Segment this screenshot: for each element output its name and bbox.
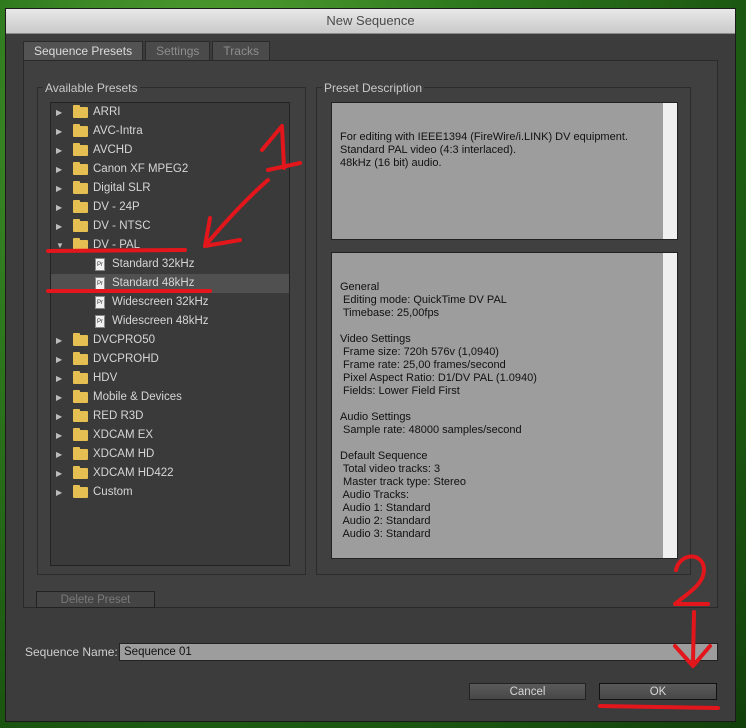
- triangle-right-icon[interactable]: ▶: [56, 331, 62, 350]
- tree-preset-row[interactable]: Pr Standard 48kHz: [51, 274, 289, 293]
- tree-preset-label: Standard 48kHz: [112, 277, 195, 289]
- triangle-right-icon[interactable]: ▶: [56, 179, 62, 198]
- folder-icon: [73, 428, 88, 441]
- tree-folder-label: XDCAM HD: [93, 448, 155, 460]
- triangle-down-icon[interactable]: ▼: [56, 236, 64, 255]
- premiere-file-icon: Pr: [95, 258, 105, 271]
- preset-tree[interactable]: ▶ ARRI ▶ AVC-Intra ▶ AVCHD ▶ Canon XF MPEG2 ▶ Dig…: [50, 102, 290, 566]
- tree-folder-row[interactable]: ▶ Mobile & Devices: [51, 388, 289, 407]
- triangle-right-icon[interactable]: ▶: [56, 407, 62, 426]
- folder-icon: [73, 352, 88, 365]
- tree-folder-label: DVCPRO50: [93, 334, 155, 346]
- tree-folder-row[interactable]: ▶ DVCPROHD: [51, 350, 289, 369]
- tree-folder-label: DV - 24P: [93, 201, 140, 213]
- triangle-right-icon[interactable]: ▶: [56, 464, 62, 483]
- folder-icon: [73, 105, 88, 118]
- tab-settings[interactable]: Settings: [145, 41, 211, 61]
- delete-preset-button[interactable]: Delete Preset: [36, 591, 155, 608]
- tree-folder-label: XDCAM EX: [93, 429, 154, 441]
- folder-icon: [73, 371, 88, 384]
- tree-folder-label: Mobile & Devices: [93, 391, 182, 403]
- tree-folder-row[interactable]: ▶ HDV: [51, 369, 289, 388]
- folder-icon: [73, 181, 88, 194]
- folder-icon: [73, 124, 88, 137]
- tree-folder-label: DVCPROHD: [93, 353, 159, 365]
- tab-sequence-presets[interactable]: Sequence Presets: [23, 41, 144, 61]
- triangle-right-icon[interactable]: ▶: [56, 217, 62, 236]
- available-presets-label: Available Presets: [43, 81, 140, 95]
- tree-folder-row[interactable]: ▶ XDCAM EX: [51, 426, 289, 445]
- tree-folder-label: DV - NTSC: [93, 220, 151, 232]
- triangle-right-icon[interactable]: ▶: [56, 445, 62, 464]
- tab-tracks[interactable]: Tracks: [212, 41, 270, 61]
- triangle-right-icon[interactable]: ▶: [56, 198, 62, 217]
- preset-summary-box: For editing with IEEE1394 (FireWire/i.LI…: [331, 102, 678, 240]
- triangle-right-icon[interactable]: ▶: [56, 350, 62, 369]
- tree-folder-row[interactable]: ▶ DV - 24P: [51, 198, 289, 217]
- tree-folder-row[interactable]: ▶ DVCPRO50: [51, 331, 289, 350]
- preset-description-label: Preset Description: [322, 81, 425, 95]
- tree-preset-label: Widescreen 32kHz: [112, 296, 209, 308]
- tree-folder-label: AVC-Intra: [93, 125, 143, 137]
- tree-folder-label: Custom: [93, 486, 133, 498]
- tree-folder-row[interactable]: ▶ RED R3D: [51, 407, 289, 426]
- triangle-right-icon[interactable]: ▶: [56, 369, 62, 388]
- tree-folder-row[interactable]: ▶ XDCAM HD422: [51, 464, 289, 483]
- folder-icon: [73, 162, 88, 175]
- tree-preset-row[interactable]: Pr Widescreen 32kHz: [51, 293, 289, 312]
- premiere-file-icon: Pr: [95, 296, 105, 309]
- tree-folder-label: DV - PAL: [93, 239, 141, 251]
- tree-folder-label: Digital SLR: [93, 182, 151, 194]
- tree-preset-row[interactable]: Pr Widescreen 48kHz: [51, 312, 289, 331]
- tree-preset-label: Standard 32kHz: [112, 258, 195, 270]
- tree-preset-row[interactable]: Pr Standard 32kHz: [51, 255, 289, 274]
- tree-folder-row[interactable]: ▼ DV - PAL: [51, 236, 289, 255]
- tree-folder-row[interactable]: ▶ DV - NTSC: [51, 217, 289, 236]
- folder-icon: [73, 447, 88, 460]
- tree-folder-row[interactable]: ▶ AVCHD: [51, 141, 289, 160]
- triangle-right-icon[interactable]: ▶: [56, 160, 62, 179]
- triangle-right-icon[interactable]: ▶: [56, 103, 62, 122]
- tree-folder-row[interactable]: ▶ Digital SLR: [51, 179, 289, 198]
- folder-icon: [73, 200, 88, 213]
- tree-folder-row[interactable]: ▶ XDCAM HD: [51, 445, 289, 464]
- folder-icon: [73, 219, 88, 232]
- tree-folder-row[interactable]: ▶ Canon XF MPEG2: [51, 160, 289, 179]
- tree-folder-label: HDV: [93, 372, 118, 384]
- cancel-button[interactable]: Cancel: [469, 683, 586, 700]
- triangle-right-icon[interactable]: ▶: [56, 483, 62, 502]
- premiere-file-icon: Pr: [95, 315, 105, 328]
- preset-details-text: General Editing mode: QuickTime DV PAL T…: [340, 281, 537, 540]
- preset-summary-text: For editing with IEEE1394 (FireWire/i.LI…: [340, 131, 628, 169]
- tree-preset-label: Widescreen 48kHz: [112, 315, 209, 327]
- sequence-name-input[interactable]: [119, 643, 718, 661]
- triangle-right-icon[interactable]: ▶: [56, 426, 62, 445]
- preset-details-box: General Editing mode: QuickTime DV PAL T…: [331, 252, 678, 559]
- folder-icon: [73, 143, 88, 156]
- window-title: New Sequence: [6, 9, 735, 34]
- tree-folder-label: RED R3D: [93, 410, 144, 422]
- folder-icon: [73, 333, 88, 346]
- tree-folder-label: XDCAM HD422: [93, 467, 174, 479]
- folder-icon: [73, 485, 88, 498]
- folder-icon: [73, 466, 88, 479]
- triangle-right-icon[interactable]: ▶: [56, 122, 62, 141]
- tree-folder-row[interactable]: ▶ AVC-Intra: [51, 122, 289, 141]
- tree-folder-label: Canon XF MPEG2: [93, 163, 189, 175]
- tree-folder-label: ARRI: [93, 106, 121, 118]
- ok-button[interactable]: OK: [599, 683, 717, 700]
- new-sequence-dialog: New Sequence Sequence Presets Settings T…: [5, 8, 736, 722]
- tree-folder-row[interactable]: ▶ Custom: [51, 483, 289, 502]
- sequence-name-label: Sequence Name:: [25, 645, 118, 659]
- tree-folder-row[interactable]: ▶ ARRI: [51, 103, 289, 122]
- premiere-file-icon: Pr: [95, 277, 105, 290]
- folder-icon: [73, 409, 88, 422]
- triangle-right-icon[interactable]: ▶: [56, 141, 62, 160]
- tree-folder-label: AVCHD: [93, 144, 133, 156]
- folder-icon: [73, 238, 88, 251]
- tab-bar: Sequence Presets Settings Tracks: [23, 41, 270, 61]
- folder-icon: [73, 390, 88, 403]
- triangle-right-icon[interactable]: ▶: [56, 388, 62, 407]
